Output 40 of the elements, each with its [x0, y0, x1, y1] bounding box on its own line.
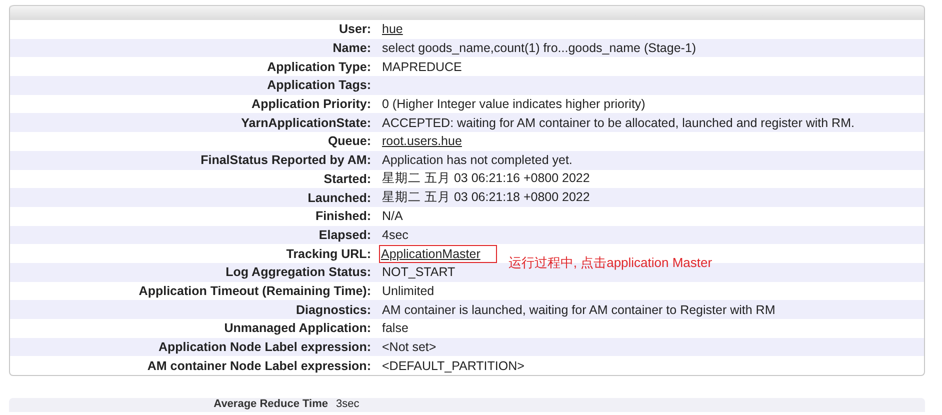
value-text: <Not set> — [382, 340, 436, 354]
value-text: N/A — [382, 209, 403, 224]
value-text: NOT_START — [382, 265, 456, 280]
field-label: Elapsed: — [318, 228, 371, 242]
value-text: Unlimited — [382, 284, 434, 298]
field-label: Application Node Label expression: — [157, 340, 371, 354]
field-label: AM container Node Label expression: — [146, 358, 371, 373]
value-text: 0 (Higher Integer value indicates higher priority) — [382, 97, 646, 112]
value-text: 4sec — [382, 228, 408, 242]
field-label: Application Priority: — [250, 97, 371, 112]
value-link[interactable]: hue — [382, 22, 403, 36]
field-label: User: — [338, 22, 371, 36]
value-link[interactable]: root.users.hue — [382, 134, 462, 148]
field-label: FinalStatus Reported by AM: — [200, 153, 371, 168]
field-label: Application Timeout (Remaining Time): — [138, 284, 371, 298]
field-label: Finished: — [314, 209, 371, 224]
value-text: 星期二 五月 03 06:21:18 +0800 2022 — [382, 189, 590, 206]
value-text: MAPREDUCE — [382, 60, 462, 74]
field-label: Log Aggregation Status: — [224, 265, 371, 280]
field-label: Started: — [322, 172, 371, 186]
field-label: Tracking URL: — [285, 246, 371, 261]
field-label: Unmanaged Application: — [223, 321, 371, 336]
value-text: Application has not completed yet. — [382, 153, 572, 168]
field-label: Diagnostics: — [294, 302, 371, 317]
value-text: 3sec — [336, 398, 360, 410]
value-text: AM container is launched, waiting for AM container to Register with RM — [382, 302, 776, 317]
value-text: ACCEPTED: waiting for AM container to be allocated, launched and register with RM. — [382, 116, 854, 130]
field-label: Application Tags: — [266, 78, 371, 92]
annotation-text: 运行过程中, 点击application Master — [508, 254, 712, 272]
value-text: <DEFAULT_PARTITION> — [382, 358, 524, 373]
field-label: Name: — [332, 41, 371, 56]
field-label: Launched: — [306, 190, 371, 205]
field-label: YarnApplicationState: — [240, 116, 371, 130]
field-label: Application Type: — [266, 60, 371, 74]
field-label: Average Reduce Time — [212, 398, 328, 410]
value-text: false — [382, 321, 408, 336]
field-label: Queue: — [326, 134, 371, 148]
value-text: select goods_name,count(1) fro...goods_name (Stage-1) — [382, 41, 696, 56]
value-link[interactable]: ApplicationMaster — [380, 246, 496, 262]
value-text: 星期二 五月 03 06:21:16 +0800 2022 — [382, 170, 590, 188]
